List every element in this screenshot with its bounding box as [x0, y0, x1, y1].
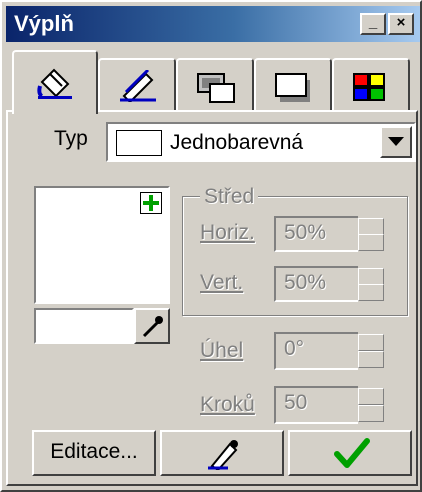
shadow-rectangle-icon — [275, 73, 310, 102]
checkmark-icon — [334, 438, 370, 468]
steps-label: Kroků — [200, 393, 255, 416]
title-bar[interactable]: Výplň _ × — [6, 6, 420, 42]
dropdown-button[interactable] — [380, 126, 412, 158]
color-value-field[interactable] — [34, 308, 134, 344]
steps-input[interactable]: 50 — [274, 386, 360, 424]
horiz-label: Horiz. — [200, 221, 255, 244]
fill-dialog-window: Výplň _ × Typ Jednobarevná Střed Horiz. … — [0, 0, 422, 492]
color-swatch — [116, 130, 162, 156]
plus-icon — [143, 195, 159, 211]
window-title: Výplň — [14, 11, 74, 36]
angle-label: Úhel — [200, 339, 244, 362]
type-dropdown[interactable]: Jednobarevná — [106, 122, 416, 162]
add-button[interactable] — [140, 192, 162, 214]
transparency-tab[interactable] — [176, 58, 254, 110]
chevron-down-icon — [388, 137, 404, 146]
horiz-spinner[interactable] — [358, 216, 386, 252]
dropper-apply-icon — [208, 440, 238, 470]
type-label: Typ — [54, 127, 88, 150]
close-button[interactable]: × — [388, 13, 414, 35]
minimize-button[interactable]: _ — [360, 13, 386, 35]
angle-input[interactable]: 0° — [274, 332, 360, 370]
overlapping-rectangles-icon — [197, 73, 235, 103]
eyedropper-icon — [142, 316, 163, 338]
horiz-input[interactable]: 50% — [274, 216, 360, 252]
pen-icon — [120, 70, 156, 102]
steps-spinner[interactable] — [358, 386, 386, 424]
vert-label: Vert. — [200, 271, 244, 294]
apply-style-button[interactable] — [160, 430, 284, 476]
fill-tab[interactable] — [12, 50, 98, 114]
vert-input[interactable]: 50% — [274, 266, 360, 302]
palette-tab[interactable] — [332, 58, 410, 110]
shadow-tab[interactable] — [254, 58, 332, 110]
color-grid-icon — [353, 73, 385, 101]
vert-spinner[interactable] — [358, 266, 386, 302]
angle-spinner[interactable] — [358, 332, 386, 370]
center-group-label: Střed — [200, 184, 259, 210]
paint-bucket-icon — [37, 68, 72, 99]
apply-button[interactable] — [288, 430, 412, 476]
type-value: Jednobarevná — [170, 131, 304, 154]
fill-preview[interactable] — [34, 186, 170, 304]
outline-tab[interactable] — [98, 58, 176, 110]
edit-button[interactable]: Editace... — [32, 430, 156, 476]
eyedropper-button[interactable] — [134, 308, 170, 344]
